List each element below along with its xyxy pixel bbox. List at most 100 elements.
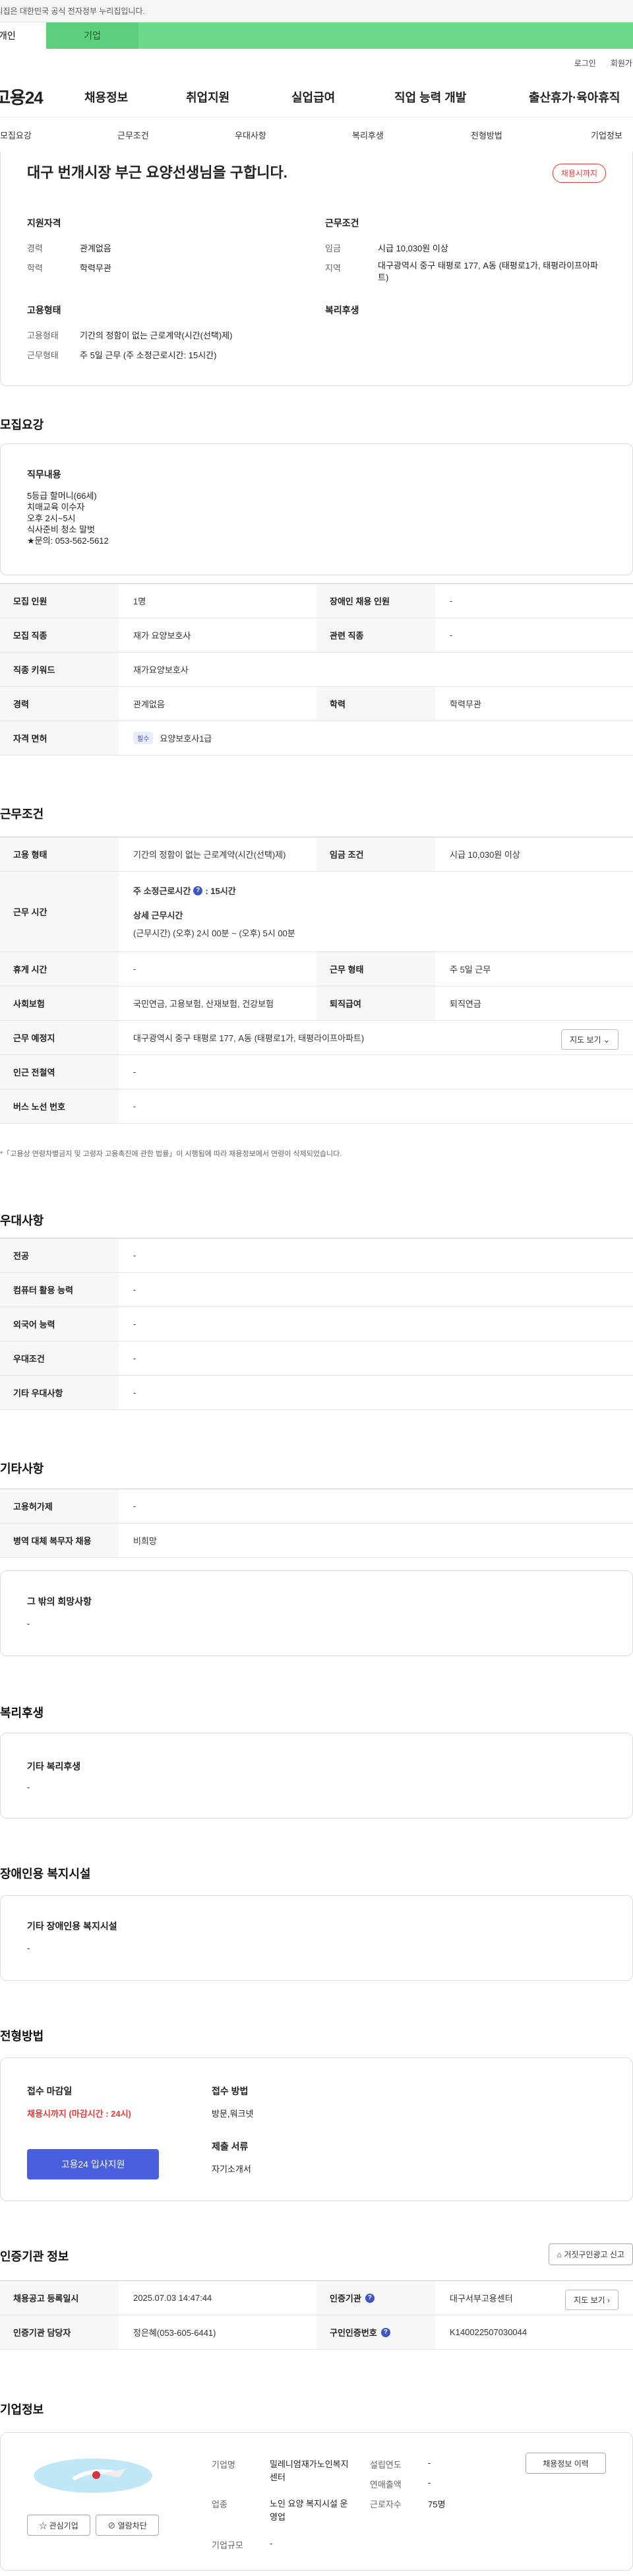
site-logo[interactable]: 고용24 (0, 84, 77, 109)
cell-label: 채용공고 등록일시 (0, 2281, 119, 2315)
cell-value: 주 소정근로시간 ? : 15시간 상세 근무시간 (근무시간) (오후) 2시… (119, 872, 633, 951)
table-row: 채용공고 등록일시 2025.07.03 14:47:44 인증기관? 대구서부… (0, 2281, 633, 2315)
table-row: 컴퓨터 활용 능력 - (0, 1273, 633, 1307)
cell-label: 모집 인원 (0, 584, 119, 618)
table-row: 경력 관계없음 학력 학력무관 (0, 687, 633, 721)
method-heading: 접수 방법 (212, 2086, 249, 2096)
join-link[interactable]: 회원가입 (611, 57, 633, 69)
table-row: 자격 면허 필수 요양보호사1급 (0, 721, 633, 756)
weekly-hours: 주 소정근로시간 ? : 15시간 (133, 886, 236, 896)
info-icon[interactable]: ? (193, 886, 203, 895)
cond-wage-value: 시급 10,030원 이상 (378, 243, 448, 253)
duty-heading: 직무내용 (27, 469, 61, 480)
agency-map-button[interactable]: 지도 보기 › (565, 2290, 618, 2310)
cell-label: 구인인증번호? (316, 2315, 435, 2349)
utility-bar: 로그인 회원가입 (0, 49, 633, 77)
age-notice: *「고용상 연령차별금지 및 고령자 고용촉진에 관한 법률」이 시행됨에 따라… (0, 1150, 342, 1158)
cell-label: 사회보험 (0, 986, 119, 1020)
benefit-box-heading: 기타 복리후생 (27, 1761, 81, 1772)
deadline-heading: 접수 마감일 (27, 2086, 73, 2096)
gnb-item-jobs[interactable]: 채용정보 (84, 88, 128, 106)
table-row: 인근 전철역 - (0, 1055, 633, 1089)
gov-banner: 이 누리집은 대한민국 공식 전자정부 누리집입니다. (0, 0, 633, 22)
cell-value: K140022507030044 (450, 2327, 528, 2337)
main-navigation: 고용24 채용정보 취업지원 실업급여 직업 능력 개발 출산휴가·육아휴직 (0, 77, 633, 117)
agency-table: 채용공고 등록일시 2025.07.03 14:47:44 인증기관? 대구서부… (0, 2280, 633, 2350)
tab-personal[interactable]: 개인 (0, 22, 46, 49)
company-heading: 기업정보 (0, 2403, 44, 2416)
favorite-company-button[interactable]: ☆ 관심기업 (27, 2515, 90, 2536)
cell-value: - (133, 1388, 136, 1398)
table-row: 사회보험 국민연금, 고용보험, 산재보험, 건강보험 퇴직급여 퇴직연금 (0, 986, 633, 1021)
subnav-prefer[interactable]: 우대사항 (235, 129, 266, 141)
prefer-table: 전공 - 컴퓨터 활용 능력 - 외국어 능력 - 우대조건 - 기타 우대사항 - (0, 1238, 633, 1410)
subnav-work[interactable]: 근무조건 (117, 129, 149, 141)
block-company-button[interactable]: ⊘ 열람차단 (96, 2515, 159, 2536)
cell-label: 근무 예정지 (0, 1021, 119, 1054)
company-box: ☆ 관심기업 ⊘ 열람차단 기업명 밀레니엄재가노인복지센터 업종 노인 요양 … (0, 2432, 633, 2571)
top-tabs: 개인 기업 (0, 22, 633, 49)
company-staff-label: 근로자수 (370, 2499, 402, 2509)
cell-label: 인근 전철역 (0, 1055, 119, 1089)
etc-box-heading: 그 밖의 희망사항 (27, 1596, 92, 1607)
cell-value: - (133, 1319, 136, 1329)
info-icon[interactable]: ? (380, 2327, 390, 2337)
emp-form-value: 주 5일 근무 (주 소정근로시간: 15시간) (80, 350, 217, 360)
table-row: 기타 우대사항 - (0, 1376, 633, 1410)
company-founded-label: 설립연도 (370, 2460, 402, 2470)
gnb-item-skills[interactable]: 직업 능력 개발 (394, 88, 466, 106)
table-row: 근무 예정지 대구광역시 중구 태평로 177, A동 (태평로1가, 태평라이… (0, 1021, 633, 1055)
login-link[interactable]: 로그인 (574, 57, 596, 69)
duty-line: ★문의: 053-562-5612 (27, 536, 109, 546)
tab-company[interactable]: 기업 (46, 22, 138, 49)
deadline-badge: 채용시까지 (552, 164, 606, 183)
cell-value: - (133, 1353, 136, 1363)
duty-line: 5등급 할머니(66세) (27, 491, 97, 501)
map-button[interactable]: 지도 보기 ⌄ (561, 1029, 618, 1050)
etc-box: 그 밖의 희망사항 - (0, 1570, 633, 1656)
cell-value: 1명 (133, 596, 146, 606)
report-button[interactable]: ⌂ 거짓구인광고 신고 (548, 2243, 633, 2265)
company-revenue-label: 연매출액 (370, 2480, 402, 2490)
cell-value: 대구광역시 중구 태평로 177, A동 (태평로1가, 태평라이프아파트) (133, 1033, 365, 1043)
welfare-heading: 복리후생 (325, 305, 359, 315)
cell-label: 인증기관? (316, 2281, 435, 2315)
recruit-heading: 모집요강 (0, 418, 44, 432)
apply-button[interactable]: 고용24 입사지원 (27, 2149, 159, 2179)
table-row: 모집 인원 1명 장애인 채용 인원 - (0, 584, 633, 618)
qual-career-value: 관계없음 (80, 243, 111, 253)
cell-value: - (133, 1101, 136, 1111)
cell-value: - (133, 1501, 136, 1511)
cell-label: 관련 직종 (316, 618, 435, 652)
gov-banner-text: 이 누리집은 대한민국 공식 전자정부 누리집입니다. (0, 7, 145, 16)
benefit-box: 기타 복리후생 - (0, 1733, 633, 1819)
home-icon: ⌂ (557, 2250, 562, 2259)
cond-region-value: 대구광역시 중구 태평로 177, A동 (태평로1가, 태평라이프아파트) (378, 261, 598, 282)
chevron-right-icon: › (607, 2296, 610, 2305)
qual-career-label: 경력 (27, 243, 43, 253)
disability-heading: 장애인용 복지시설 (0, 1867, 91, 1881)
gnb-item-parental-leave[interactable]: 출산휴가·육아휴직 (529, 88, 620, 106)
cell-label: 고용 형태 (0, 837, 119, 871)
table-row: 인증기관 담당자 정은혜(053-605-6441) 구인인증번호? K1400… (0, 2315, 633, 2350)
subnav-benefit[interactable]: 복리후생 (352, 129, 384, 141)
info-icon[interactable]: ? (365, 2293, 375, 2303)
job-history-button[interactable]: 채용정보 이력 (526, 2453, 606, 2474)
subnav-process[interactable]: 전형방법 (471, 129, 502, 141)
gnb-item-employment-support[interactable]: 취업지원 (186, 88, 229, 106)
subnav-company[interactable]: 기업정보 (591, 129, 622, 141)
chevron-down-icon: ⌄ (603, 1035, 610, 1045)
company-industry-value: 노인 요양 복지시설 운영업 (270, 2499, 348, 2522)
process-box: 접수 마감일 채용시까지 (마감시간 : 24시) 고용24 입사지원 접수 방… (0, 2057, 633, 2201)
gnb-item-unemployment-benefit[interactable]: 실업급여 (291, 88, 335, 106)
company-logo (27, 2454, 159, 2497)
cond-wage-label: 임금 (325, 243, 341, 253)
detail-hours-value: (근무시간) (오후) 2시 00분 ~ (오후) 5시 00분 (133, 928, 295, 938)
table-row: 우대조건 - (0, 1341, 633, 1376)
cell-label: 근무 형태 (316, 952, 435, 986)
cell-value: - (133, 964, 136, 974)
cell-value: 정은혜(053-605-6441) (133, 2328, 216, 2338)
cell-value: - (450, 596, 453, 606)
cell-label: 우대조건 (0, 1341, 119, 1375)
subnav-recruit[interactable]: 모집요강 (0, 129, 32, 141)
